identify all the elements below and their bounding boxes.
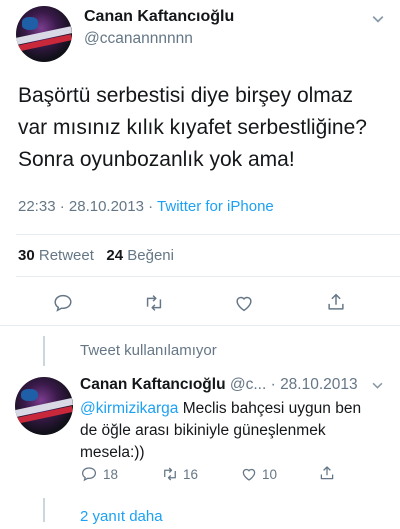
reply-text-line-1: @kirmizikarga Meclis bahçesi uygun ben: [80, 398, 398, 420]
author-name[interactable]: Canan Kaftancıoğlu: [84, 8, 234, 26]
meta-separator: ·: [270, 376, 276, 393]
retweets-stat[interactable]: 30 Retweet: [18, 247, 94, 264]
meta-separator: ·: [148, 198, 154, 215]
tweet-date[interactable]: 28.10.2013: [69, 198, 144, 215]
share-icon[interactable]: [325, 290, 347, 314]
tweet-stats: 30 Retweet 24 Beğeni: [18, 247, 174, 264]
reply-action-reply[interactable]: 18: [80, 464, 118, 484]
reply-action-like[interactable]: 10: [240, 464, 277, 484]
tweet-text-line-1: Başörtü serbestisi diye birşey olmaz: [18, 84, 353, 107]
reply-count: 18: [103, 466, 119, 482]
reply-author-avatar[interactable]: [15, 377, 73, 435]
author-avatar[interactable]: [16, 6, 72, 62]
reply-author-name[interactable]: Canan Kaftancıoğlu: [80, 376, 226, 393]
tweet-meta: 22:33 · 28.10.2013 · Twitter for iPhone: [18, 198, 274, 215]
reply-author-handle[interactable]: @c...: [230, 376, 266, 393]
like-label: Beğeni: [127, 247, 174, 264]
more-replies-link[interactable]: 2 yanıt daha: [80, 508, 163, 525]
reply-text: @kirmizikarga Meclis bahçesi uygun ben d…: [80, 398, 398, 464]
retweet-label: Retweet: [38, 247, 94, 264]
reply-header: Canan Kaftancıoğlu @c... · 28.10.2013: [80, 376, 358, 394]
like-count: 24: [106, 247, 124, 264]
chevron-down-icon[interactable]: [372, 13, 384, 25]
reply-icon[interactable]: [52, 292, 74, 314]
like-icon: [242, 468, 256, 481]
likes-stat[interactable]: 24 Beğeni: [106, 247, 174, 264]
divider: [16, 276, 400, 277]
tweet-time[interactable]: 22:33: [18, 198, 56, 215]
reply-action-retweet[interactable]: 16: [160, 464, 198, 484]
meta-separator: ·: [59, 198, 65, 215]
reply-text-part: Meclis bahçesi uygun ben: [178, 400, 362, 417]
retweet-icon[interactable]: [142, 292, 166, 314]
reply-text-line-3: mesela:)): [80, 444, 145, 461]
divider: [16, 234, 400, 235]
reply-retweet-count: 16: [183, 466, 199, 482]
retweet-count: 30: [18, 247, 35, 264]
reply-date[interactable]: 28.10.2013: [280, 376, 358, 393]
share-icon[interactable]: [318, 463, 336, 483]
author-handle[interactable]: @ccanannnnnn: [84, 30, 193, 48]
tweet-text-line-3: Sonra oyunbozanlık yok ama!: [18, 148, 295, 171]
thread-line: [43, 336, 45, 366]
tweet-text-line-2: var mısınız kılık kıyafet serbestliğine?: [18, 116, 367, 139]
divider: [0, 325, 400, 326]
unavailable-tweet-notice: Tweet kullanılamıyor: [80, 342, 217, 359]
thread-line: [43, 498, 45, 522]
mention-link[interactable]: @kirmizikarga: [80, 400, 178, 417]
tweet-text: Başörtü serbestisi diye birşey olmaz var…: [18, 80, 398, 176]
chevron-down-icon[interactable]: [372, 380, 383, 391]
retweet-icon: [164, 467, 176, 481]
reply-text-line-2: de öğle arası bikiniyle güneşlenmek: [80, 422, 326, 439]
reply-icon: [81, 467, 97, 482]
tweet-source-link[interactable]: Twitter for iPhone: [157, 198, 274, 215]
reply-like-count: 10: [262, 466, 278, 482]
like-icon[interactable]: [233, 292, 255, 314]
